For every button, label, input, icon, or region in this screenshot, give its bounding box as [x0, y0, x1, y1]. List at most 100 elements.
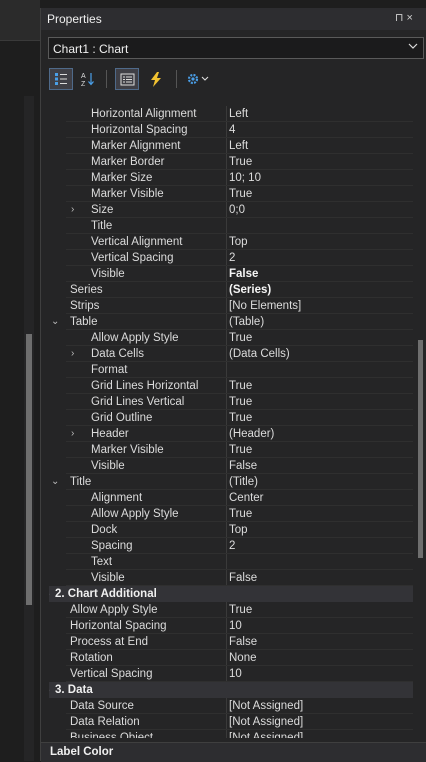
property-value[interactable]: True	[229, 602, 252, 618]
column-divider[interactable]	[226, 554, 227, 570]
column-divider[interactable]	[226, 234, 227, 250]
property-row[interactable]: Spacing 2	[49, 538, 413, 554]
property-row[interactable]: Process at End False	[49, 634, 413, 650]
property-row[interactable]: Visible False	[49, 458, 413, 474]
property-row[interactable]: Text	[49, 554, 413, 570]
property-value[interactable]: 2	[229, 538, 235, 554]
column-divider[interactable]	[226, 218, 227, 234]
column-divider[interactable]	[226, 298, 227, 314]
column-divider[interactable]	[226, 522, 227, 538]
column-divider[interactable]	[226, 154, 227, 170]
column-divider[interactable]	[226, 330, 227, 346]
column-divider[interactable]	[226, 730, 227, 738]
property-value[interactable]: Left	[229, 138, 248, 154]
property-row[interactable]: Marker Alignment Left	[49, 138, 413, 154]
chevron-down-icon[interactable]	[408, 41, 418, 54]
categorized-view-icon[interactable]	[49, 68, 73, 90]
property-value[interactable]: (Table)	[229, 314, 264, 330]
property-row[interactable]: › Header (Header)	[49, 426, 413, 442]
column-divider[interactable]	[226, 346, 227, 362]
property-value[interactable]: True	[229, 378, 252, 394]
property-value[interactable]: 0;0	[229, 202, 245, 218]
settings-gear-icon[interactable]	[184, 68, 214, 90]
property-row[interactable]: Business Object [Not Assigned]	[49, 730, 413, 738]
property-value[interactable]: 10	[229, 618, 242, 634]
column-divider[interactable]	[226, 106, 227, 122]
property-value[interactable]: False	[229, 266, 258, 282]
column-divider[interactable]	[226, 618, 227, 634]
property-row[interactable]: Data Relation [Not Assigned]	[49, 714, 413, 730]
column-divider[interactable]	[226, 442, 227, 458]
property-value[interactable]: (Title)	[229, 474, 258, 490]
property-value[interactable]: False	[229, 458, 257, 474]
property-row[interactable]: Marker Visible True	[49, 442, 413, 458]
property-row[interactable]: Allow Apply Style True	[49, 506, 413, 522]
column-divider[interactable]	[226, 314, 227, 330]
property-value[interactable]: True	[229, 330, 252, 346]
column-divider[interactable]	[226, 538, 227, 554]
property-value[interactable]: 4	[229, 122, 235, 138]
property-value[interactable]: True	[229, 186, 252, 202]
property-value[interactable]: [Not Assigned]	[229, 730, 303, 738]
column-divider[interactable]	[226, 634, 227, 650]
column-divider[interactable]	[226, 122, 227, 138]
column-divider[interactable]	[226, 202, 227, 218]
property-value[interactable]: True	[229, 410, 252, 426]
column-divider[interactable]	[226, 282, 227, 298]
property-value[interactable]: [Not Assigned]	[229, 714, 303, 730]
editor-scrollbar-thumb[interactable]	[26, 334, 32, 605]
column-divider[interactable]	[226, 650, 227, 666]
property-value[interactable]: True	[229, 154, 252, 170]
property-row[interactable]: ⌄ Title (Title)	[49, 474, 413, 490]
property-value[interactable]: 10	[229, 666, 242, 682]
properties-view-icon[interactable]	[115, 68, 139, 90]
column-divider[interactable]	[226, 570, 227, 586]
column-divider[interactable]	[226, 506, 227, 522]
column-divider[interactable]	[226, 714, 227, 730]
property-row[interactable]: Alignment Center	[49, 490, 413, 506]
property-row[interactable]: Grid Lines Horizontal True	[49, 378, 413, 394]
property-row[interactable]: Rotation None	[49, 650, 413, 666]
column-divider[interactable]	[226, 666, 227, 682]
property-row[interactable]: Allow Apply Style True	[49, 330, 413, 346]
property-value[interactable]: True	[229, 442, 252, 458]
property-value[interactable]: True	[229, 394, 252, 410]
property-value[interactable]: False	[229, 570, 257, 586]
property-row[interactable]: Visible False	[49, 570, 413, 586]
property-row[interactable]: Allow Apply Style True	[49, 602, 413, 618]
column-divider[interactable]	[226, 474, 227, 490]
column-divider[interactable]	[226, 250, 227, 266]
column-divider[interactable]	[226, 186, 227, 202]
chevron-right-icon[interactable]: ›	[71, 426, 74, 442]
property-row[interactable]: ⌄ Table (Table)	[49, 314, 413, 330]
property-row[interactable]: Marker Visible True	[49, 186, 413, 202]
chevron-down-icon[interactable]: ⌄	[49, 586, 51, 602]
pin-icon[interactable]: ⊓ ×	[395, 11, 413, 24]
property-row[interactable]: › Size 0;0	[49, 202, 413, 218]
property-row[interactable]: Strips [No Elements]	[49, 298, 413, 314]
column-divider[interactable]	[226, 410, 227, 426]
property-value[interactable]: 2	[229, 250, 235, 266]
events-lightning-icon[interactable]	[144, 68, 168, 90]
property-row[interactable]: Marker Size 10; 10	[49, 170, 413, 186]
property-value[interactable]: [No Elements]	[229, 298, 301, 314]
column-divider[interactable]	[226, 362, 227, 378]
property-row[interactable]: Dock Top	[49, 522, 413, 538]
property-category[interactable]: ⌄ 3. Data	[49, 682, 413, 698]
property-value[interactable]: (Data Cells)	[229, 346, 290, 362]
property-row[interactable]: › Data Cells (Data Cells)	[49, 346, 413, 362]
column-divider[interactable]	[226, 378, 227, 394]
property-row[interactable]: Vertical Alignment Top	[49, 234, 413, 250]
chevron-down-icon[interactable]: ⌄	[51, 474, 59, 490]
column-divider[interactable]	[226, 602, 227, 618]
property-row[interactable]: Horizontal Spacing 4	[49, 122, 413, 138]
chevron-right-icon[interactable]: ›	[71, 202, 74, 218]
property-row[interactable]: Marker Border True	[49, 154, 413, 170]
property-row[interactable]: Horizontal Spacing 10	[49, 618, 413, 634]
column-divider[interactable]	[226, 170, 227, 186]
property-row[interactable]: Grid Lines Vertical True	[49, 394, 413, 410]
property-value[interactable]: Top	[229, 234, 248, 250]
property-value[interactable]: Center	[229, 490, 264, 506]
property-row[interactable]: Grid Outline True	[49, 410, 413, 426]
property-row[interactable]: Horizontal Alignment Left	[49, 106, 413, 122]
